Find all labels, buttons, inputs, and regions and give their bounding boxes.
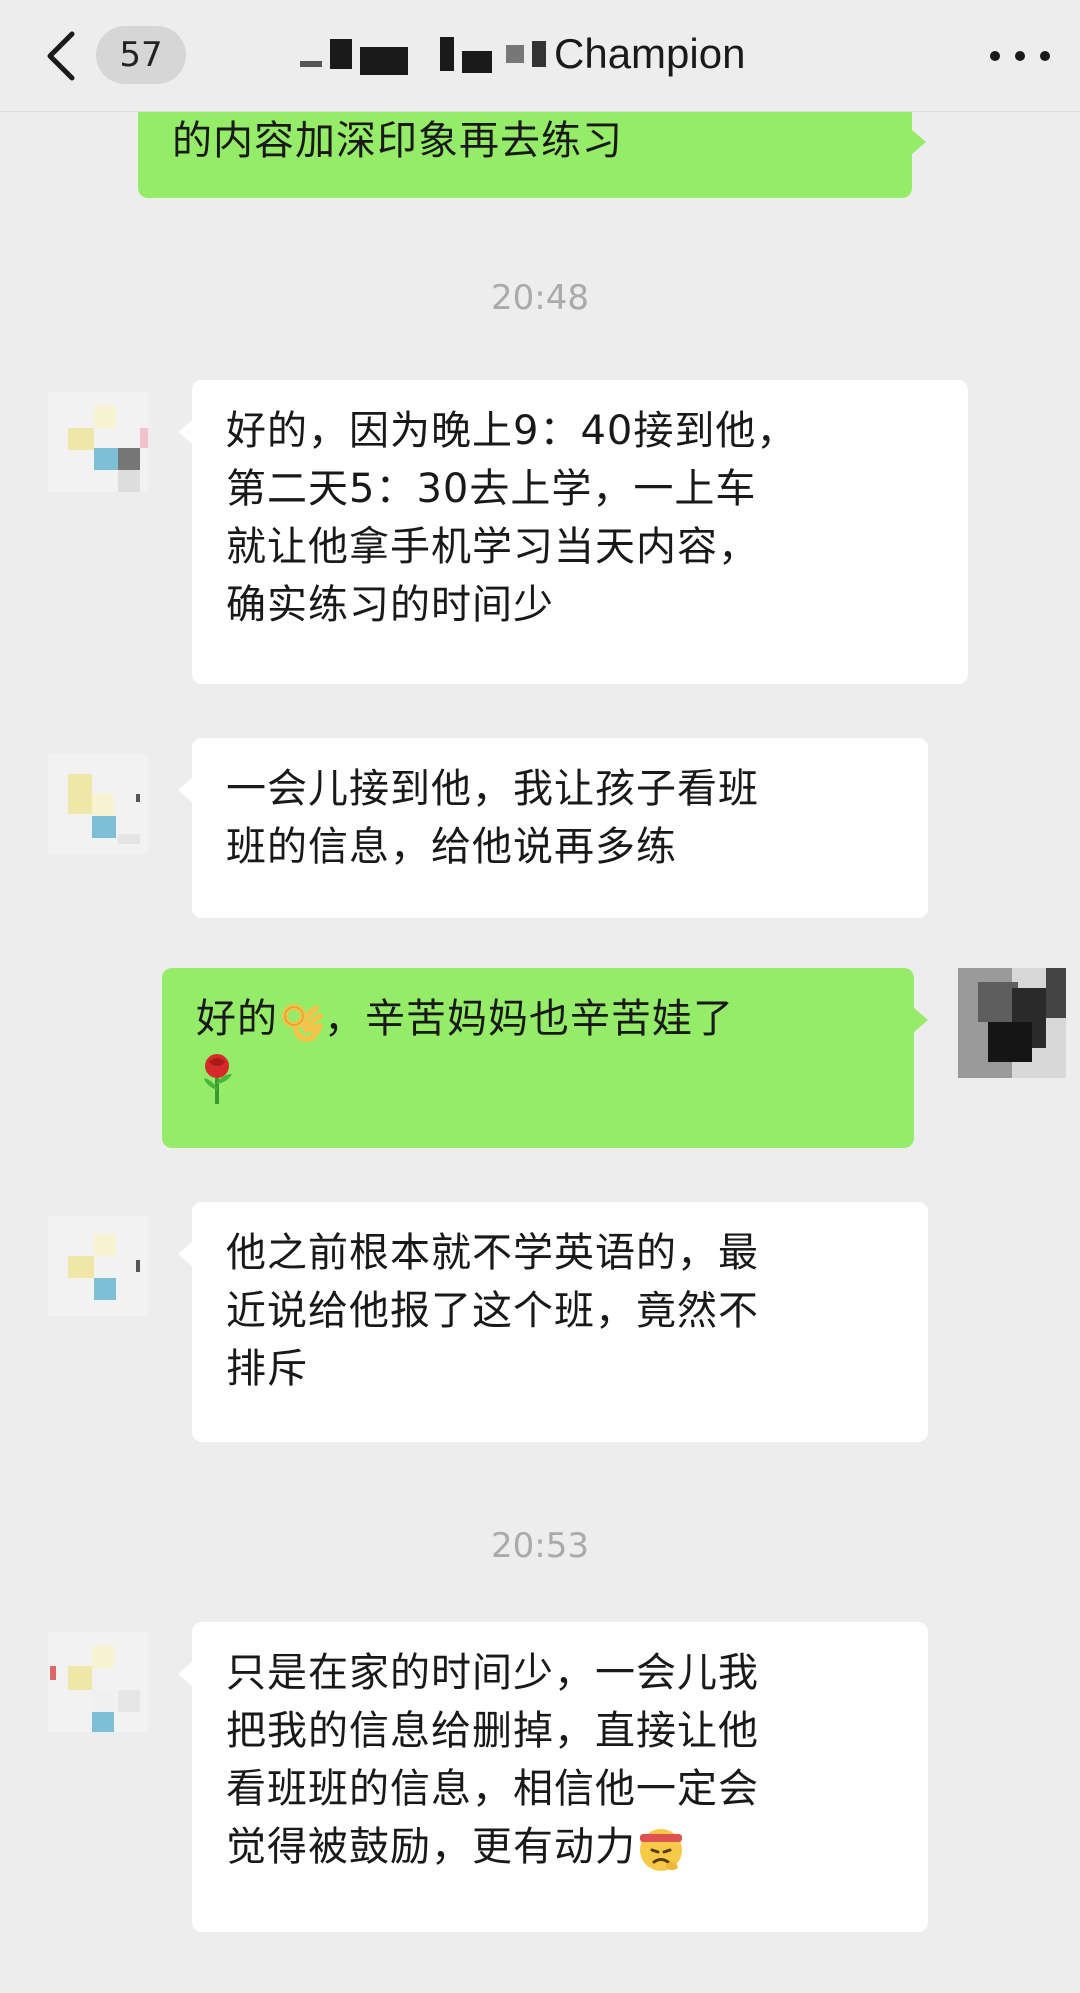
message-text: 好的，因为晚上9：40接到他， xyxy=(226,408,798,454)
timestamp: 20:48 xyxy=(491,278,589,318)
message-bubble-incoming[interactable]: 只是在家的时间少，一会儿我 把我的信息给删掉，直接让他 看班班的信息，相信他一定… xyxy=(178,1622,928,1932)
chat-title-text: Champion xyxy=(554,30,746,77)
chevron-left-icon xyxy=(47,31,75,81)
censored-name-mosaic xyxy=(300,33,546,75)
message-text: 只是在家的时间少，一会儿我 xyxy=(226,1650,759,1696)
more-button[interactable] xyxy=(990,30,1050,82)
chat-screen: 57 Champion 的内容加深印象再去练习 20:48 好的，因为晚上9：4… xyxy=(0,0,1080,1993)
message-bubble-incoming[interactable]: 他之前根本就不学英语的，最 近说给他报了这个班，竟然不 排斥 xyxy=(178,1202,928,1442)
contact-avatar[interactable] xyxy=(48,1632,148,1732)
unread-count-badge[interactable]: 57 xyxy=(96,26,186,84)
message-bubble-incoming[interactable]: 一会儿接到他，我让孩子看班 班的信息，给他说再多练 xyxy=(178,738,928,918)
message-text: 第二天5：30去上学，一上车 xyxy=(226,466,757,512)
ok-hand-emoji-icon xyxy=(282,1004,323,1042)
message-text: 班的信息，给他说再多练 xyxy=(226,824,677,870)
message-text: 好的 xyxy=(196,996,278,1042)
message-bubble-incoming[interactable]: 好的，因为晚上9：40接到他， 第二天5：30去上学，一上车 就让他拿手机学习当… xyxy=(178,380,968,684)
chat-header: 57 Champion xyxy=(0,0,1080,112)
back-button[interactable] xyxy=(40,28,84,84)
message-text: 一会儿接到他，我让孩子看班 xyxy=(226,766,759,812)
message-bubble-outgoing[interactable]: 好的 ，辛苦妈妈也辛苦娃了 xyxy=(162,968,928,1148)
message-text: 把我的信息给删掉，直接让他 xyxy=(226,1708,759,1754)
contact-avatar[interactable] xyxy=(48,1216,148,1316)
message-text: 看班班的信息，相信他一定会 xyxy=(226,1766,759,1812)
determined-face-emoji-icon xyxy=(640,1829,682,1871)
message-text: 觉得被鼓励，更有动力 xyxy=(226,1824,636,1870)
message-text: 排斥 xyxy=(226,1346,308,1392)
chat-title: Champion xyxy=(300,22,745,86)
timestamp: 20:53 xyxy=(491,1526,589,1566)
message-text: 确实练习的时间少 xyxy=(226,582,554,628)
message-text: 就让他拿手机学习当天内容， xyxy=(226,524,759,570)
contact-avatar[interactable] xyxy=(48,754,148,854)
message-text: 近说给他报了这个班，竟然不 xyxy=(226,1288,759,1334)
message-text: ，辛苦妈妈也辛苦娃了 xyxy=(324,996,734,1042)
more-dots-icon xyxy=(990,51,1000,61)
self-avatar[interactable] xyxy=(958,968,1066,1078)
contact-avatar[interactable] xyxy=(48,392,148,492)
rose-emoji-icon xyxy=(204,1054,232,1104)
message-text: 的内容加深印象再去练习 xyxy=(172,118,623,164)
message-text: 他之前根本就不学英语的，最 xyxy=(226,1230,759,1276)
